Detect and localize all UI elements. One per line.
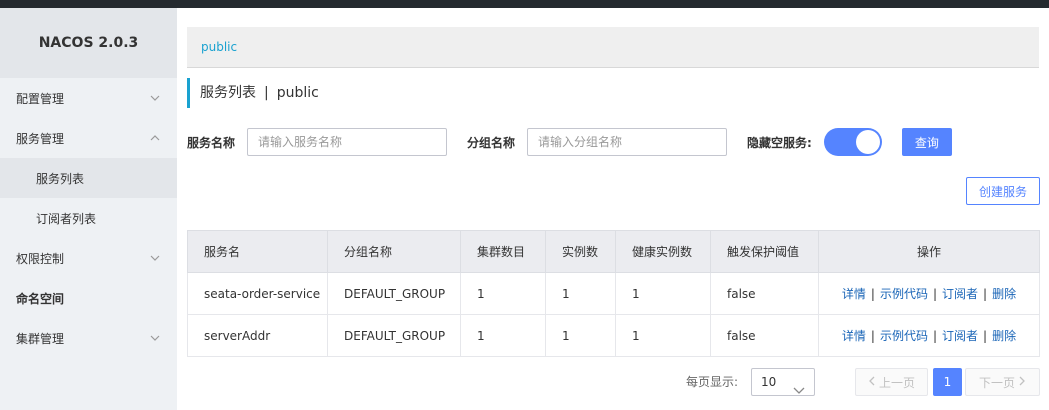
sidebar-item-service[interactable]: 服务管理 (0, 118, 177, 158)
chevron-left-icon (868, 375, 875, 389)
page-size-select[interactable]: 10 (751, 368, 815, 396)
cell-cluster-count: 1 (460, 314, 546, 357)
cell-actions: 详情 | 示例代码 | 订阅者 | 删除 (818, 314, 1040, 357)
cell-threshold: false (710, 272, 819, 315)
create-service-button[interactable]: 创建服务 (966, 177, 1040, 205)
main-content: public 服务列表 | public 服务名称 分组名称 隐藏空服务: 查询 创… (177, 8, 1049, 410)
sample-code-link[interactable]: 示例代码 (880, 329, 928, 343)
service-table: 服务名 分组名称 集群数目 实例数 健康实例数 触发保护阈值 操作 seata-… (187, 230, 1040, 357)
column-header: 分组名称 (327, 230, 461, 273)
sidebar-item-config[interactable]: 配置管理 (0, 78, 177, 118)
app-logo: NACOS 2.0.3 (0, 8, 177, 78)
sample-code-link[interactable]: 示例代码 (880, 287, 928, 301)
pagination: 每页显示: 10 上一页 1 下一页 (177, 368, 1049, 396)
title-separator: | (264, 85, 269, 101)
prev-page-button[interactable]: 上一页 (855, 368, 928, 396)
cell-threshold: false (710, 314, 819, 357)
subscribers-link[interactable]: 订阅者 (942, 329, 978, 343)
cell-group-name: DEFAULT_GROUP (327, 314, 461, 357)
hide-empty-toggle[interactable] (823, 128, 882, 156)
action-separator: | (932, 329, 938, 343)
sidebar-item-subscriber-list[interactable]: 订阅者列表 (0, 198, 177, 238)
prev-page-label: 上一页 (878, 375, 915, 390)
sidebar-item-label: 配置管理 (16, 91, 65, 106)
sidebar-item-label: 订阅者列表 (36, 211, 97, 226)
sidebar-item-auth[interactable]: 权限控制 (0, 238, 177, 278)
cell-instance-count: 1 (545, 314, 616, 357)
action-separator: | (983, 287, 988, 301)
action-separator: | (932, 287, 938, 301)
action-separator: | (983, 329, 988, 343)
cell-actions: 详情 | 示例代码 | 订阅者 | 删除 (818, 272, 1040, 315)
chevron-down-icon (149, 252, 161, 264)
sidebar-item-service-list[interactable]: 服务列表 (0, 158, 177, 198)
column-header: 服务名 (187, 230, 328, 273)
group-name-label: 分组名称 (467, 135, 516, 150)
delete-link[interactable]: 删除 (992, 329, 1016, 343)
page-title-namespace: public (276, 85, 319, 101)
page-title-text: 服务列表 (200, 85, 256, 101)
chevron-down-icon (149, 92, 161, 104)
cell-cluster-count: 1 (460, 272, 546, 315)
cell-group-name: DEFAULT_GROUP (327, 272, 461, 315)
subscribers-link[interactable]: 订阅者 (942, 287, 978, 301)
detail-link[interactable]: 详情 (842, 287, 866, 301)
chevron-up-icon (149, 132, 161, 144)
next-page-label: 下一页 (978, 375, 1015, 390)
delete-link[interactable]: 删除 (992, 287, 1016, 301)
next-page-button[interactable]: 下一页 (965, 368, 1040, 396)
detail-link[interactable]: 详情 (842, 329, 866, 343)
namespace-link[interactable]: public (201, 40, 237, 54)
column-header: 健康实例数 (615, 230, 711, 273)
column-header: 触发保护阈值 (710, 230, 819, 273)
sidebar-item-namespace[interactable]: 命名空间 (0, 278, 177, 318)
cell-healthy-count: 1 (615, 272, 711, 315)
table-row: serverAddr DEFAULT_GROUP 1 1 1 false 详情 |… (187, 314, 1040, 357)
sidebar-item-label: 服务列表 (36, 171, 85, 186)
page-size-label: 每页显示: (686, 375, 739, 389)
group-name-input[interactable] (527, 128, 728, 156)
action-separator: | (870, 287, 875, 301)
toggle-knob (855, 130, 880, 154)
column-header: 操作 (818, 230, 1040, 273)
chevron-down-icon (793, 378, 805, 404)
column-header: 集群数目 (460, 230, 546, 273)
action-separator: | (870, 329, 875, 343)
sidebar-item-cluster[interactable]: 集群管理 (0, 318, 177, 358)
sidebar-item-label: 命名空间 (16, 291, 65, 306)
sidebar: NACOS 2.0.3 配置管理 服务管理 服务列表 订阅者列表 权限控制 命名… (0, 8, 177, 410)
page-size-value: 10 (761, 375, 777, 389)
chevron-down-icon (149, 332, 161, 344)
sidebar-item-label: 集群管理 (16, 331, 65, 346)
sidebar-item-label: 服务管理 (16, 131, 65, 146)
page-title: 服务列表 | public (187, 78, 319, 108)
current-page-button[interactable]: 1 (933, 368, 962, 396)
hide-empty-label: 隐藏空服务: (747, 135, 812, 150)
table-header-row: 服务名 分组名称 集群数目 实例数 健康实例数 触发保护阈值 操作 (187, 230, 1040, 273)
query-button[interactable]: 查询 (901, 128, 952, 156)
cell-healthy-count: 1 (615, 314, 711, 357)
cell-service-name: seata-order-service (187, 272, 328, 315)
top-bar (0, 0, 1049, 8)
namespace-bar: public (187, 27, 1039, 68)
filter-row: 服务名称 分组名称 隐藏空服务: 查询 (187, 128, 1039, 156)
service-name-label: 服务名称 (187, 135, 236, 150)
column-header: 实例数 (545, 230, 616, 273)
service-name-input[interactable] (247, 128, 448, 156)
cell-service-name: serverAddr (187, 314, 328, 357)
table-row: seata-order-service DEFAULT_GROUP 1 1 1 … (187, 272, 1040, 315)
cell-instance-count: 1 (545, 272, 616, 315)
chevron-right-icon (1019, 375, 1026, 389)
sidebar-item-label: 权限控制 (16, 251, 65, 266)
